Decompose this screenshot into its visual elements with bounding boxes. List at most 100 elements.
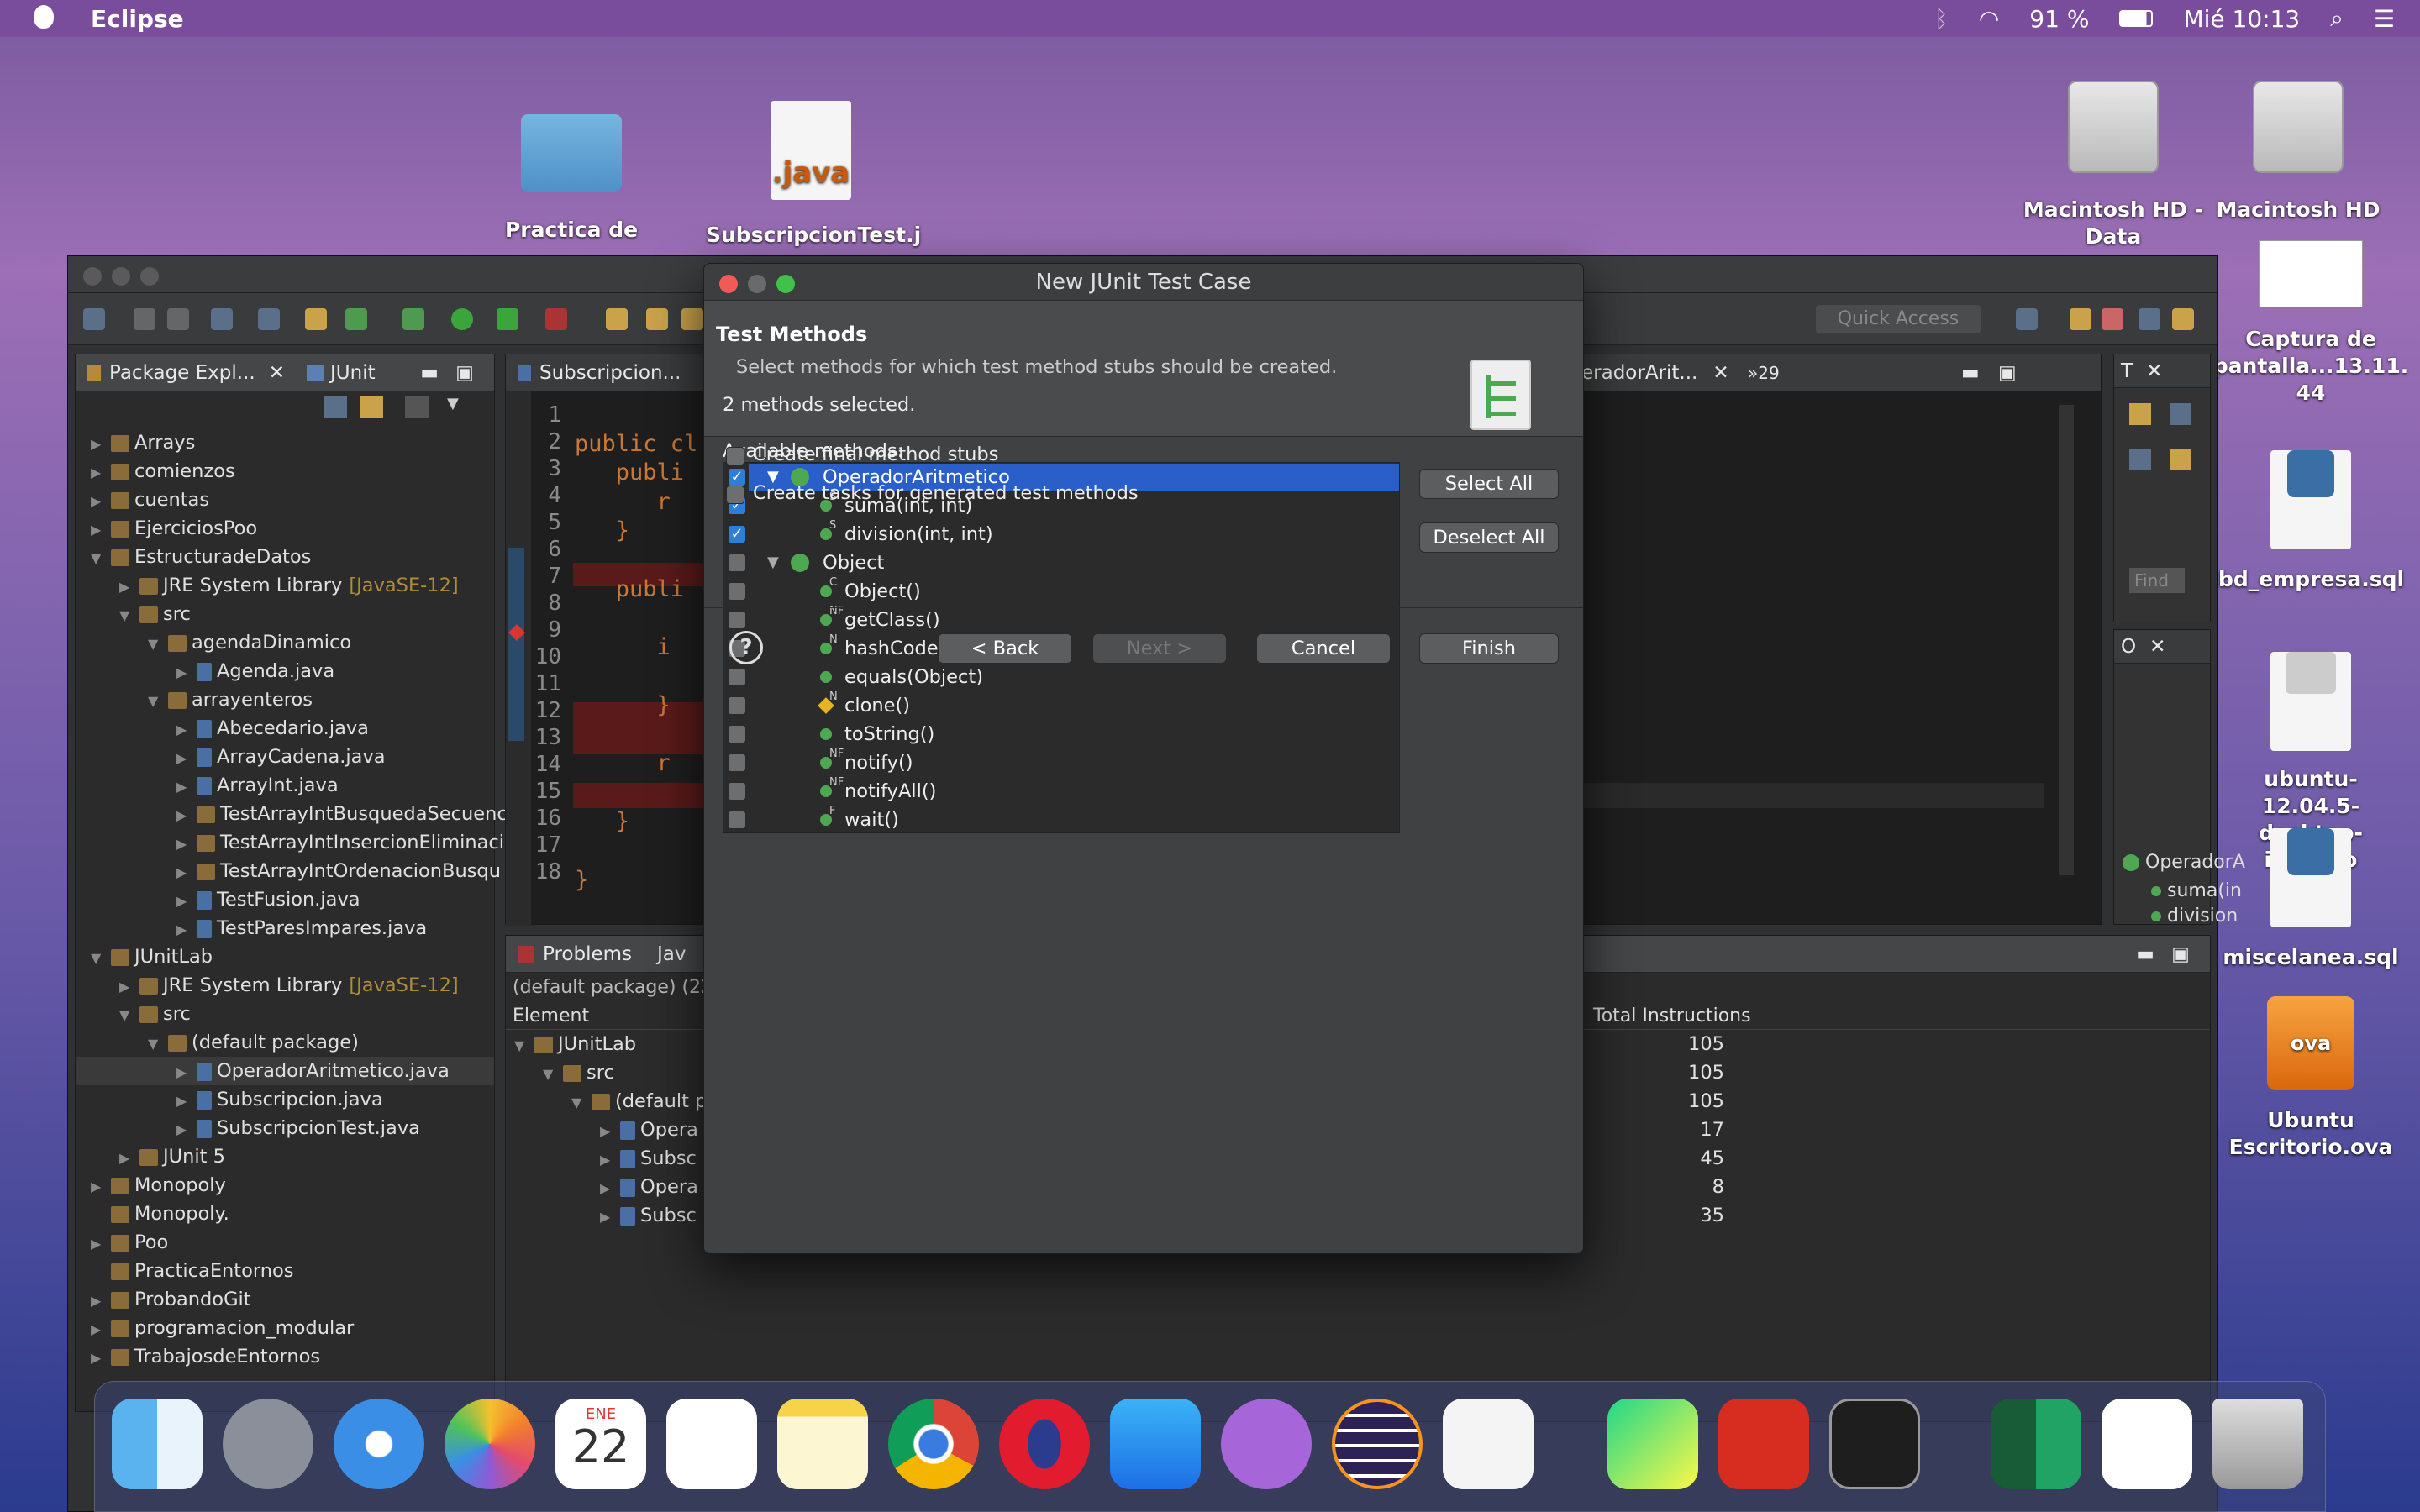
- minimize-window-button[interactable]: [112, 267, 130, 286]
- collapse-all-icon[interactable]: [324, 396, 347, 418]
- project-tree-item[interactable]: ▶ TrabajosdeEntornos: [76, 1342, 494, 1371]
- method-checkbox[interactable]: [728, 668, 746, 686]
- minimize-view-icon[interactable]: ▬: [1961, 362, 1980, 384]
- textedit-icon[interactable]: [1443, 1399, 1534, 1489]
- total-instructions-column-header[interactable]: Total Instructions: [1593, 1003, 1751, 1030]
- maximize-view-icon[interactable]: ▣: [1998, 362, 2017, 384]
- project-tree-item[interactable]: ▶ ArrayCadena.java: [76, 743, 494, 771]
- project-tree-item[interactable]: ▶ TestArrayIntInsercionEliminaci: [76, 828, 504, 857]
- create-tasks-label[interactable]: Create tasks for generated test methods: [753, 482, 1139, 504]
- tab-junit[interactable]: JUnit: [285, 362, 376, 384]
- collapsed-chevron-icon[interactable]: ▶: [176, 916, 190, 944]
- desktop-item-macintosh-hd[interactable]: Macintosh HD: [2210, 81, 2386, 223]
- method-tree-item[interactable]: ✓ Sdivision(int, int): [723, 519, 1396, 549]
- deselect-all-button[interactable]: Deselect All: [1419, 522, 1559, 553]
- save-all-icon[interactable]: [167, 308, 189, 330]
- select-all-button[interactable]: Select All: [1419, 469, 1559, 499]
- expanded-chevron-icon[interactable]: ▼: [543, 1060, 556, 1089]
- back-button[interactable]: < Back: [938, 633, 1072, 664]
- tab-outline[interactable]: O: [2114, 636, 2136, 658]
- collapsed-chevron-icon[interactable]: ▶: [91, 1344, 104, 1373]
- collapsed-chevron-icon[interactable]: ▶: [176, 773, 190, 801]
- open-perspective-icon[interactable]: [2016, 308, 2038, 330]
- close-tab-icon[interactable]: ✕: [269, 362, 285, 384]
- clock[interactable]: Mié 10:13: [2183, 5, 2300, 33]
- battery-icon[interactable]: [2119, 10, 2154, 27]
- trash-icon[interactable]: [2212, 1399, 2303, 1489]
- desktop-item-ubuntu-ova[interactable]: ova Ubuntu Escritorio.ova: [2218, 996, 2403, 1161]
- open-task-icon[interactable]: [646, 308, 668, 330]
- tab-task-list[interactable]: T: [2114, 360, 2133, 382]
- collapsed-chevron-icon[interactable]: ▶: [91, 430, 104, 459]
- project-tree-item[interactable]: Monopoly.: [76, 1200, 494, 1228]
- external-tools-icon[interactable]: [545, 308, 567, 330]
- method-tree-item[interactable]: NF notifyAll(): [723, 776, 1396, 806]
- outline-method-row[interactable]: suma(in: [2151, 880, 2242, 901]
- project-tree-item[interactable]: ▶ ProbandoGit: [76, 1285, 494, 1314]
- perspective-java-icon[interactable]: [2139, 308, 2160, 330]
- desktop-item-practica[interactable]: Practica de: [487, 114, 655, 244]
- project-tree-item[interactable]: ▶ TestParesImpares.java: [76, 914, 494, 942]
- open-type-icon[interactable]: [606, 308, 628, 330]
- method-tree-item[interactable]: equals(Object): [723, 663, 1396, 691]
- method-tree-item[interactable]: toString(): [723, 720, 1396, 748]
- collapsed-chevron-icon[interactable]: ▶: [119, 1144, 133, 1173]
- project-tree-item[interactable]: ▶ comienzos: [76, 457, 494, 486]
- app-store-icon[interactable]: [1110, 1399, 1201, 1489]
- debug-icon[interactable]: [402, 308, 424, 330]
- expanded-chevron-icon[interactable]: ▼: [91, 944, 104, 973]
- skip-breakpoints-icon[interactable]: [258, 308, 280, 330]
- reminders-icon[interactable]: [666, 1399, 757, 1489]
- method-checkbox[interactable]: ✓: [728, 468, 746, 486]
- view-menu-chevron-down-icon[interactable]: ▼: [447, 395, 459, 412]
- outline-method-row[interactable]: division: [2151, 906, 2238, 924]
- link-with-editor-icon[interactable]: [360, 396, 383, 418]
- collapsed-chevron-icon[interactable]: ▶: [600, 1146, 613, 1174]
- minimize-view-icon[interactable]: ▬: [2136, 943, 2154, 965]
- zoom-window-button[interactable]: [140, 267, 159, 286]
- finder-icon[interactable]: [112, 1399, 203, 1489]
- close-tab-icon[interactable]: ✕: [1712, 362, 1728, 384]
- collapsed-chevron-icon[interactable]: ▶: [91, 1287, 104, 1315]
- method-checkbox[interactable]: [728, 811, 746, 829]
- new-task-icon[interactable]: [2129, 403, 2151, 425]
- method-tree-item[interactable]: Nclone(): [723, 690, 1396, 720]
- desktop-item-bd-empresa[interactable]: bd_empresa.sql: [2218, 427, 2404, 593]
- desktop-item-subscripciontest[interactable]: .java SubscripcionTest.j: [706, 101, 921, 249]
- wifi-icon[interactable]: ◠: [1979, 5, 1999, 33]
- pycharm-icon[interactable]: [1607, 1399, 1698, 1489]
- method-tree-item[interactable]: NF notify(): [723, 748, 1396, 777]
- collapsed-chevron-icon[interactable]: ▶: [600, 1174, 613, 1203]
- battery-text[interactable]: 91 %: [2029, 5, 2089, 33]
- run-icon[interactable]: [451, 308, 473, 330]
- safari-icon[interactable]: [334, 1399, 424, 1489]
- app-menu-name[interactable]: Eclipse: [91, 5, 184, 33]
- collapsed-chevron-icon[interactable]: ▶: [176, 1058, 190, 1087]
- perspective-git-icon[interactable]: [2102, 308, 2123, 330]
- quick-access-field[interactable]: Quick Access: [1816, 305, 1981, 333]
- create-tasks-checkbox[interactable]: [726, 486, 744, 504]
- maximize-view-icon[interactable]: ▣: [455, 362, 474, 384]
- element-column-header[interactable]: Element: [506, 1005, 589, 1026]
- collapsed-chevron-icon[interactable]: ▶: [600, 1117, 613, 1146]
- perspective-debug-icon[interactable]: [2070, 308, 2091, 330]
- finish-button[interactable]: Finish: [1419, 633, 1559, 664]
- chrome-icon[interactable]: [888, 1399, 979, 1489]
- collapsed-chevron-icon[interactable]: ▶: [176, 1087, 190, 1116]
- project-tree-item[interactable]: ▶ TestArrayIntOrdenacionBusqu: [76, 857, 501, 885]
- project-tree-item[interactable]: ▶ Arrays: [76, 428, 494, 457]
- refresh-icon[interactable]: [345, 308, 367, 330]
- project-tree-item[interactable]: ▼ arrayenteros: [76, 685, 494, 714]
- method-checkbox[interactable]: [728, 696, 746, 715]
- create-final-stubs-label[interactable]: Create final method stubs: [753, 444, 998, 465]
- project-tree-item[interactable]: PracticaEntornos: [76, 1257, 494, 1285]
- expanded-chevron-icon[interactable]: ▼: [148, 630, 161, 659]
- expanded-chevron-icon[interactable]: ▼: [119, 1001, 133, 1030]
- expanded-chevron-icon[interactable]: ▼: [119, 601, 133, 630]
- save-icon[interactable]: [134, 308, 155, 330]
- tab-editor-operador[interactable]: eradorArit... ✕: [1581, 362, 1729, 384]
- project-tree-item[interactable]: ▶ JUnit 5: [76, 1142, 494, 1171]
- photos-icon[interactable]: [445, 1399, 535, 1489]
- acrobat-icon[interactable]: [1718, 1399, 1809, 1489]
- expanded-chevron-icon[interactable]: ▼: [148, 1030, 161, 1058]
